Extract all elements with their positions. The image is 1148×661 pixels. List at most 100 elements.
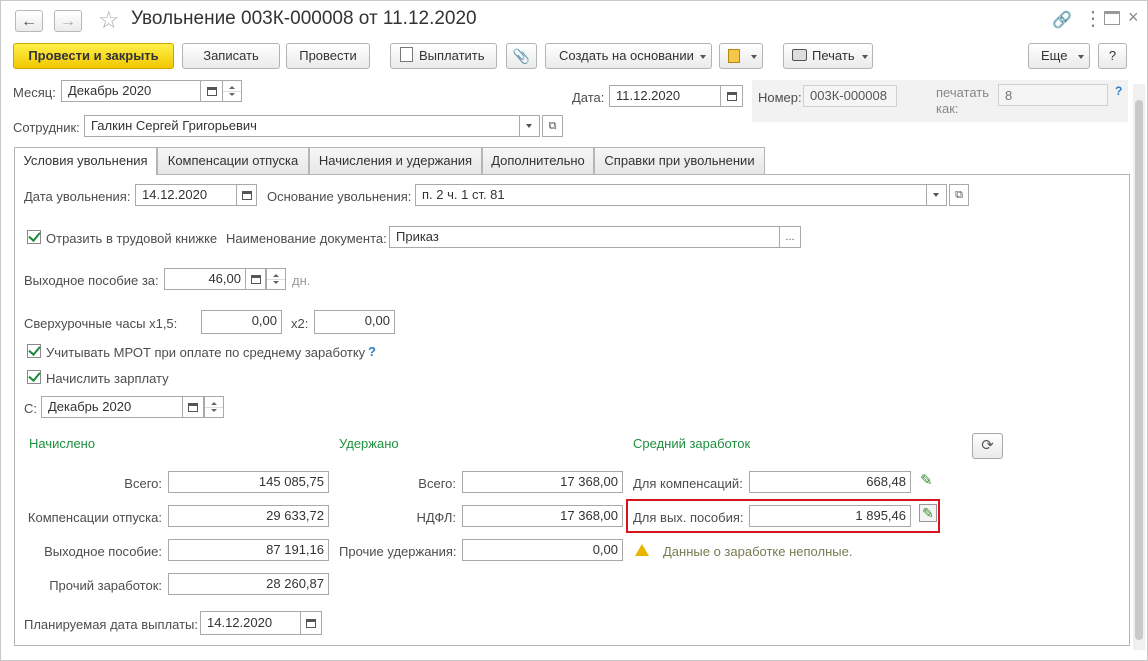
mrot-checkbox[interactable]	[27, 344, 41, 358]
calendar-icon	[727, 92, 737, 101]
date-label: Дата:	[572, 90, 605, 105]
print-as-help-icon[interactable]: ?	[1115, 84, 1122, 98]
save-button[interactable]: Записать	[182, 43, 280, 69]
overtime-15-input[interactable]: 0,00	[201, 310, 282, 334]
average-severance-label: Для вых. пособия:	[633, 510, 744, 525]
scrollbar[interactable]	[1133, 84, 1145, 650]
payment-date-label: Планируемая дата выплаты:	[24, 617, 198, 632]
help-button[interactable]: ?	[1098, 43, 1127, 69]
warning-icon	[635, 544, 649, 556]
overtime-x2-label: х2:	[291, 316, 309, 331]
refresh-icon: ⟳	[981, 437, 994, 454]
dismissal-date-input[interactable]: 14.12.2020	[135, 184, 237, 206]
severance-stepper[interactable]	[266, 268, 286, 290]
accrued-vacation-comp-label: Компенсации отпуска:	[27, 510, 162, 525]
print-as-input[interactable]	[998, 84, 1108, 106]
tab-dismissal-conditions[interactable]: Условия увольнения	[14, 147, 157, 175]
severance-days-input[interactable]: 46,00	[164, 268, 246, 290]
close-icon[interactable]: ×	[1128, 7, 1139, 28]
link-icon[interactable]: 🔗	[1052, 10, 1072, 30]
maximize-icon[interactable]	[1104, 11, 1120, 25]
pay-label: Выплатить	[419, 48, 485, 63]
open-icon: ⧉	[548, 120, 557, 132]
accrued-other-value: 28 260,87	[168, 573, 329, 595]
print-label: Печать	[812, 48, 855, 63]
month-stepper[interactable]	[222, 80, 242, 102]
employee-open-button[interactable]: ⧉	[542, 115, 563, 137]
accrued-total-value: 145 085,75	[168, 471, 329, 493]
post-and-close-button[interactable]: Провести и закрыть	[13, 43, 174, 69]
from-label: С:	[24, 401, 37, 416]
calendar-icon	[242, 191, 252, 200]
month-calendar-button[interactable]	[200, 80, 223, 102]
from-month-input[interactable]: Декабрь 2020	[41, 396, 183, 418]
severance-label: Выходное пособие за:	[24, 273, 159, 288]
forward-button[interactable]: →	[54, 10, 82, 32]
reason-open-button[interactable]: ⧉	[949, 184, 969, 206]
payment-date-input[interactable]: 14.12.2020	[200, 611, 301, 635]
print-button[interactable]: Печать	[783, 43, 873, 69]
calculator-icon	[251, 275, 261, 284]
tab-accruals-deductions[interactable]: Начисления и удержания	[309, 147, 482, 174]
edit-pencil-icon[interactable]: ✎	[919, 504, 937, 522]
doc-name-select-button[interactable]: ...	[779, 226, 801, 248]
pay-button[interactable]: Выплатить	[390, 43, 497, 69]
withheld-total-value: 17 368,00	[462, 471, 623, 493]
attach-button[interactable]: 📎	[506, 43, 537, 69]
doc-name-input[interactable]: Приказ	[389, 226, 780, 248]
withheld-total-label: Всего:	[418, 476, 456, 491]
paperclip-icon: 📎	[512, 48, 531, 64]
warning-text: Данные о заработке неполные.	[663, 544, 853, 559]
employee-input[interactable]: Галкин Сергей Григорьевич	[84, 115, 520, 137]
star-icon[interactable]: ☆	[98, 6, 120, 35]
payment-date-calendar-button[interactable]	[300, 611, 322, 635]
accrue-salary-label: Начислить зарплату	[46, 371, 169, 386]
reason-input[interactable]: п. 2 ч. 1 ст. 81	[415, 184, 927, 206]
date-input[interactable]: 11.12.2020	[609, 85, 721, 107]
number-input: 003К-000008	[803, 85, 897, 107]
accrued-severance-value: 87 191,16	[168, 539, 329, 561]
chevron-down-icon	[1078, 55, 1084, 59]
tab-additional[interactable]: Дополнительно	[482, 147, 594, 174]
document-icon	[400, 47, 413, 62]
workbook-checkbox[interactable]	[27, 230, 41, 244]
mrot-label: Учитывать МРОТ при оплате по среднему за…	[46, 345, 366, 360]
month-input[interactable]: Декабрь 2020	[61, 80, 201, 102]
refresh-button[interactable]: ⟳	[972, 433, 1003, 459]
scrollbar-thumb[interactable]	[1135, 100, 1143, 640]
more-actions-button[interactable]: Еще	[1028, 43, 1090, 69]
withheld-ndfl-value: 17 368,00	[462, 505, 623, 527]
mrot-help-icon[interactable]: ?	[368, 344, 376, 359]
withheld-other-value: 0,00	[462, 539, 623, 561]
related-docs-button[interactable]	[719, 43, 763, 69]
month-label: Месяц:	[13, 85, 56, 100]
chevron-down-icon	[933, 193, 939, 197]
accrue-salary-checkbox[interactable]	[27, 370, 41, 384]
employee-dropdown-button[interactable]	[519, 115, 540, 137]
accrued-title: Начислено	[29, 436, 96, 451]
chevron-down-icon	[751, 55, 757, 59]
accrued-total-label: Всего:	[124, 476, 162, 491]
post-button[interactable]: Провести	[286, 43, 370, 69]
doc-name-label: Наименование документа:	[226, 231, 387, 246]
tab-dismissal-certificates[interactable]: Справки при увольнении	[594, 147, 765, 174]
overtime-x2-input[interactable]: 0,00	[314, 310, 395, 334]
average-title: Средний заработок	[633, 436, 751, 451]
tab-vacation-compensation[interactable]: Компенсации отпуска	[157, 147, 309, 174]
severance-calc-button[interactable]	[245, 268, 266, 290]
calendar-icon	[207, 87, 217, 96]
reason-dropdown-button[interactable]	[926, 184, 947, 206]
from-month-stepper[interactable]	[204, 396, 224, 418]
more-icon[interactable]: ⋮	[1083, 6, 1103, 31]
withheld-ndfl-label: НДФЛ:	[416, 510, 456, 525]
from-month-calendar-button[interactable]	[182, 396, 204, 418]
print-as-label-2: как:	[936, 101, 959, 116]
create-based-label: Создать на основании	[559, 48, 694, 63]
accrued-severance-label: Выходное пособие:	[44, 544, 162, 559]
accrued-other-label: Прочий заработок:	[49, 578, 162, 593]
date-calendar-button[interactable]	[720, 85, 743, 107]
back-button[interactable]: ←	[15, 10, 43, 32]
edit-pencil-icon[interactable]: ✎	[920, 471, 933, 489]
create-based-button[interactable]: Создать на основании	[545, 43, 712, 69]
dismissal-date-calendar-button[interactable]	[236, 184, 257, 206]
